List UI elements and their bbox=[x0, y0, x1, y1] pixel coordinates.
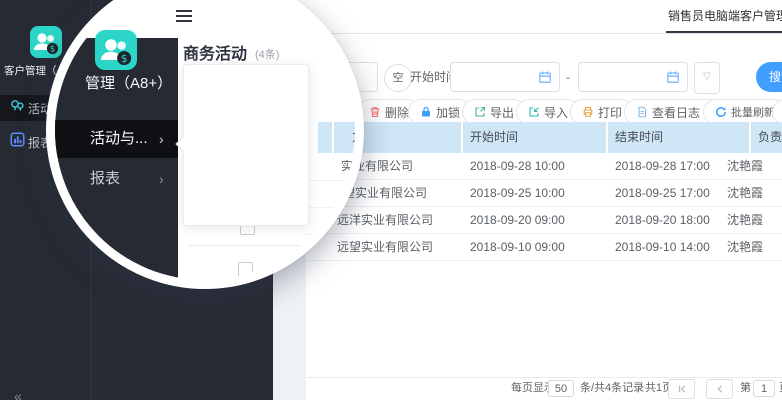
table-header-owner[interactable]: 负责人 bbox=[758, 122, 782, 153]
chevron-right-icon: › bbox=[159, 164, 164, 194]
sidebar-collapse-icon[interactable]: « bbox=[14, 388, 22, 400]
refresh-icon bbox=[715, 106, 727, 118]
cell-start-time: 2018-09-20 09:00 bbox=[470, 207, 565, 233]
table-row[interactable]: 望实业有限公司 2018-09-25 10:00 2018-09-25 17:0… bbox=[306, 180, 782, 207]
table-header-end-time[interactable]: 结束时间 bbox=[615, 122, 663, 153]
record-count-badge: (4条) bbox=[255, 46, 279, 62]
cell-start-time: 2018-09-10 09:00 bbox=[470, 234, 565, 260]
batch-refresh-button-label: 批量刷新 bbox=[731, 104, 775, 120]
table-header-row bbox=[306, 122, 782, 153]
bar-chart-icon bbox=[10, 132, 25, 147]
printer-icon bbox=[582, 106, 594, 118]
lock-icon bbox=[420, 106, 432, 118]
table-row[interactable]: 远洋实业有限公司 2018-09-20 09:00 2018-09-20 18:… bbox=[306, 207, 782, 234]
chevron-right-icon: › bbox=[159, 120, 164, 158]
tab-sales-pc-crm[interactable]: 销售员电脑端客户管理 bbox=[668, 0, 782, 32]
calendar-icon bbox=[538, 70, 552, 84]
export-icon bbox=[474, 106, 486, 118]
app-window: $ 客户管理（A8+） 活动与 报表 « 销售员电脑端客户管理 空 开始时间 -… bbox=[0, 0, 782, 400]
import-button-label: 导入 bbox=[544, 104, 568, 121]
balloons-icon bbox=[10, 99, 25, 114]
lens-app-label: 管理（A8+） bbox=[85, 72, 172, 93]
cell-owner: 沈艳霞 bbox=[727, 180, 763, 206]
import-icon bbox=[528, 106, 540, 118]
cell-start-time: 2018-09-28 10:00 bbox=[470, 153, 565, 179]
view-log-button-label: 查看日志 bbox=[652, 104, 700, 121]
calendar-icon bbox=[666, 70, 680, 84]
cell-company: 望实业有限公司 bbox=[343, 180, 427, 206]
page-title: 商务活动 bbox=[183, 40, 247, 64]
expand-filters-button[interactable]: ▽ bbox=[694, 62, 720, 94]
active-tab-underline bbox=[666, 31, 782, 33]
search-button[interactable]: 搜索 bbox=[756, 62, 782, 92]
first-page-icon bbox=[677, 384, 687, 394]
table-row[interactable]: 实业有限公司 2018-09-28 10:00 2018-09-28 17:00… bbox=[306, 153, 782, 180]
users-money-icon: $ bbox=[95, 30, 137, 70]
header-separator bbox=[606, 122, 608, 153]
export-button-label: 导出 bbox=[490, 104, 514, 121]
cell-end-time: 2018-09-10 14:00 bbox=[615, 234, 710, 260]
cell-end-time: 2018-09-28 17:00 bbox=[615, 153, 710, 179]
caret-down-icon: ▽ bbox=[703, 71, 711, 82]
search-button-label: 搜索 bbox=[769, 70, 782, 84]
cell-owner: 沈艳霞 bbox=[727, 234, 763, 260]
cell-end-time: 2018-09-25 17:00 bbox=[615, 180, 710, 206]
header-separator bbox=[749, 122, 751, 153]
prev-page-button[interactable] bbox=[706, 379, 733, 399]
row-divider bbox=[188, 245, 308, 246]
table-header-start-time[interactable]: 开始时间 bbox=[470, 122, 518, 153]
page-number-input[interactable] bbox=[753, 380, 775, 397]
table-row[interactable]: 远望实业有限公司 2018-09-10 09:00 2018-09-10 14:… bbox=[306, 234, 782, 261]
cell-owner: 沈艳霞 bbox=[727, 153, 763, 179]
cell-start-time: 2018-09-25 10:00 bbox=[470, 180, 565, 206]
header-separator bbox=[332, 122, 334, 153]
submenu-popup bbox=[183, 64, 309, 226]
svg-text:$: $ bbox=[121, 52, 128, 65]
document-icon bbox=[636, 106, 648, 118]
header-separator bbox=[461, 122, 463, 153]
cell-end-time: 2018-09-20 18:00 bbox=[615, 207, 710, 233]
lock-button-label: 加锁 bbox=[436, 104, 460, 121]
lens-table-header-fragment bbox=[318, 122, 364, 153]
row-divider bbox=[305, 180, 364, 181]
trash-icon bbox=[369, 106, 381, 118]
row-checkbox[interactable] bbox=[238, 262, 253, 277]
chevron-left-icon bbox=[715, 384, 725, 394]
first-page-button[interactable] bbox=[668, 379, 695, 399]
delete-button-label: 删除 bbox=[385, 104, 409, 121]
lens-header-party: 方 bbox=[352, 122, 364, 153]
per-page-input[interactable] bbox=[548, 380, 574, 397]
date-range-separator: - bbox=[566, 62, 570, 92]
print-button-label: 打印 bbox=[598, 104, 622, 121]
lens-crm-app-icon: $ bbox=[95, 30, 137, 70]
hamburger-menu-icon[interactable] bbox=[176, 10, 192, 22]
lens-nav-activities-label: 活动与... bbox=[90, 120, 148, 158]
lens-nav-reports-label[interactable]: 报表 bbox=[90, 164, 120, 194]
page-prefix-label: 第 bbox=[740, 377, 751, 400]
cell-owner: 沈艳霞 bbox=[727, 207, 763, 233]
empty-filter-button[interactable]: 空 bbox=[384, 64, 412, 92]
records-count-label: 条/共4条记录 bbox=[580, 377, 644, 400]
